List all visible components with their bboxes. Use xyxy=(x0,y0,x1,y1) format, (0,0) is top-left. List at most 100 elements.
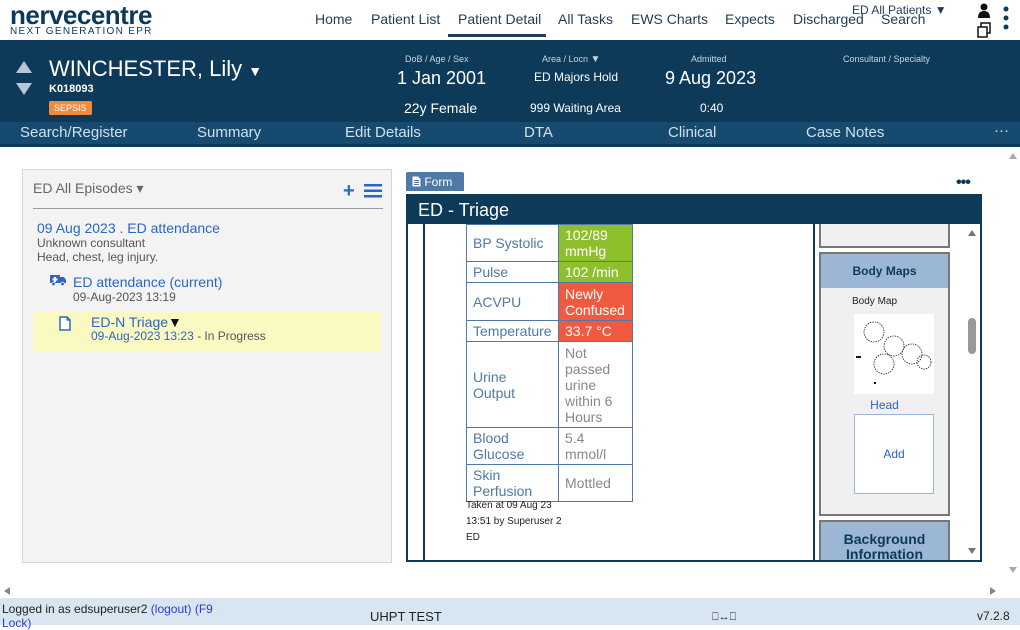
form-frame: ED - Triage BP Systolic 102/89 mmHg Puls… xyxy=(406,194,982,562)
lock-link[interactable]: (F9 xyxy=(195,602,213,616)
scroll-up-icon[interactable] xyxy=(1009,153,1017,159)
body-map-thumbnail[interactable] xyxy=(854,314,934,394)
patient-sub-navigation: Search/Register Summary Edit Details DTA… xyxy=(0,122,1020,144)
nav-all-tasks[interactable]: All Tasks xyxy=(558,11,613,27)
form-title: ED - Triage xyxy=(418,200,510,220)
episode-complaint: Head, chest, leg injury. xyxy=(37,250,159,264)
background-info-section[interactable]: Background Information xyxy=(819,520,950,562)
taken-info: 13:51 by Superuser 2 xyxy=(466,516,562,527)
subnav-clinical[interactable]: Clinical xyxy=(668,124,716,141)
subnav-summary[interactable]: Summary xyxy=(197,124,261,141)
scrollbar-thumb[interactable] xyxy=(968,318,976,354)
admitted-date: 9 Aug 2023 xyxy=(665,68,757,88)
form-scrollbar[interactable] xyxy=(964,224,980,560)
divider xyxy=(0,144,1020,147)
background-info-title: Background Information xyxy=(843,531,926,562)
user-icon[interactable] xyxy=(977,3,991,19)
obs-value: 5.4 mmol/l xyxy=(558,427,633,465)
nav-patient-list[interactable]: Patient List xyxy=(371,11,440,27)
obs-value: 102/89 mmHg xyxy=(558,224,633,262)
page-vertical-scrollbar[interactable] xyxy=(1006,147,1020,583)
list-menu-icon[interactable] xyxy=(364,184,382,198)
form-tab-label: Form xyxy=(424,175,453,189)
screens-icon[interactable]: ⎕↔⎕ xyxy=(712,611,736,624)
patients-filter-dropdown[interactable]: ED All Patients ▼ xyxy=(852,3,947,17)
obs-value: 33.7 °C xyxy=(558,320,633,342)
body-maps-header[interactable]: Body Maps xyxy=(821,254,948,288)
table-row: Pulse 102 /min xyxy=(466,261,633,283)
episode-consultant: Unknown consultant xyxy=(37,236,146,250)
nav-home[interactable]: Home xyxy=(315,11,352,27)
login-info: Logged in as edsuperuser2 (logout) (F9 xyxy=(2,602,213,616)
login-text: Logged in as edsuperuser2 xyxy=(2,602,148,616)
top-navigation-bar: nervecentre NEXT GENERATION EPR Home Pat… xyxy=(0,0,1020,40)
more-menu-icon[interactable] xyxy=(1002,4,1010,32)
add-episode-button[interactable]: + xyxy=(343,180,355,203)
episodes-filter-dropdown[interactable]: ED All Episodes ▾ xyxy=(33,180,144,197)
age-sex-value: 22y Female xyxy=(404,100,478,116)
consultant-label: Consultant / Specialty xyxy=(843,54,931,64)
patient-name[interactable]: WINCHESTER, Lily ▼ xyxy=(49,56,262,82)
add-body-map-button[interactable]: Add xyxy=(854,414,934,494)
logo-subtitle: NEXT GENERATION EPR xyxy=(10,26,153,37)
divider xyxy=(33,208,383,209)
sepsis-badge: SEPSIS xyxy=(49,101,92,115)
logout-link[interactable]: (logout) xyxy=(151,602,192,616)
previous-patient-icon[interactable] xyxy=(16,61,32,73)
scroll-right-icon[interactable] xyxy=(990,587,996,595)
triage-status: - In Progress xyxy=(193,329,266,343)
subnav-case-notes[interactable]: Case Notes xyxy=(806,124,884,141)
subnav-edit-details[interactable]: Edit Details xyxy=(345,124,421,141)
subnav-search-register[interactable]: Search/Register xyxy=(20,124,128,141)
episode-title-link[interactable]: 09 Aug 2023 . ED attendance xyxy=(37,220,220,236)
attendance-time: 09-Aug-2023 13:19 xyxy=(73,290,176,304)
nav-ews-charts[interactable]: EWS Charts xyxy=(631,11,708,27)
nav-expects[interactable]: Expects xyxy=(725,11,775,27)
next-patient-icon[interactable] xyxy=(16,83,32,95)
scroll-left-icon[interactable] xyxy=(4,587,10,595)
windows-icon[interactable] xyxy=(977,22,991,38)
subnav-dta[interactable]: DTA xyxy=(524,124,553,141)
taken-info: ED xyxy=(466,532,480,543)
head-link[interactable]: Head xyxy=(821,398,948,412)
ambulance-icon xyxy=(50,275,66,286)
obs-value: Newly Confused xyxy=(558,282,633,321)
scroll-down-icon[interactable] xyxy=(1009,567,1017,573)
subnav-more-icon[interactable]: ··· xyxy=(994,122,1009,139)
form-title-bar: ED - Triage xyxy=(408,196,980,224)
body-maps-section: Body Maps Body Map Head Add xyxy=(819,252,950,516)
obs-value: Mottled xyxy=(558,464,633,502)
triage-link[interactable]: ED-N Triage▼ xyxy=(91,314,182,330)
form-more-icon[interactable]: ••• xyxy=(956,174,971,192)
episodes-panel: ED All Episodes ▾ + 09 Aug 2023 . ED att… xyxy=(22,169,392,563)
location-value: 999 Waiting Area xyxy=(530,101,621,115)
attendance-link[interactable]: ED attendance (current) xyxy=(73,274,222,290)
add-label: Add xyxy=(883,447,905,461)
document-icon xyxy=(412,176,421,187)
form-tab[interactable]: Form xyxy=(406,172,464,191)
scroll-down-icon[interactable] xyxy=(968,548,976,554)
chevron-down-icon[interactable]: ▼ xyxy=(168,314,182,330)
page-horizontal-scrollbar[interactable] xyxy=(0,583,1006,598)
taken-info: Taken at 09 Aug 23 xyxy=(466,500,552,511)
patient-name-text: WINCHESTER, Lily xyxy=(49,56,243,81)
scroll-up-icon[interactable] xyxy=(968,230,976,236)
lock-link-continued[interactable]: Lock) xyxy=(2,616,31,630)
divider xyxy=(813,224,815,560)
table-row: ACVPU Newly Confused xyxy=(466,282,633,321)
nav-patient-detail[interactable]: Patient Detail xyxy=(458,11,541,27)
obs-label: ACVPU xyxy=(466,282,559,321)
patient-banner: WINCHESTER, Lily ▼ K018093 SEPSIS DoB / … xyxy=(0,40,1020,122)
obs-value: Not passed urine within 6 Hours xyxy=(558,341,633,428)
divider xyxy=(423,224,425,560)
obs-label: BP Systolic xyxy=(466,224,559,262)
area-label-text: Area / Locn xyxy=(542,54,589,64)
area-label[interactable]: Area / Locn ▼ xyxy=(542,54,600,65)
environment-label: UHPT TEST xyxy=(370,609,442,624)
document-icon xyxy=(59,316,71,331)
chevron-down-icon: ▼ xyxy=(590,54,601,65)
chevron-down-icon[interactable]: ▼ xyxy=(248,63,262,79)
dob-label: DoB / Age / Sex xyxy=(405,54,469,64)
section-box xyxy=(819,224,950,248)
status-footer: Logged in as edsuperuser2 (logout) (F9 L… xyxy=(0,598,1020,630)
